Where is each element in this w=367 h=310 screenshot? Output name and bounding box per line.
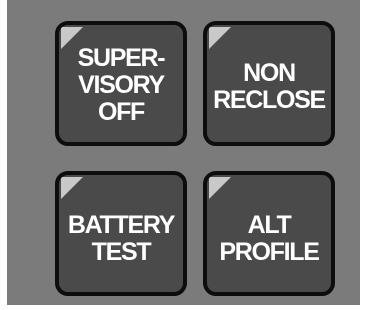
corner-indicator-icon	[209, 177, 231, 199]
battery-test-label: BATTERY TEST	[67, 210, 175, 266]
corner-indicator-icon	[209, 27, 231, 49]
alt-profile-button[interactable]: ALT PROFILE	[203, 171, 335, 296]
alt-profile-label: ALT PROFILE	[219, 210, 320, 266]
battery-test-button[interactable]: BATTERY TEST	[55, 171, 187, 296]
supervisory-off-label: SUPER- VISORY OFF	[77, 44, 166, 126]
non-reclose-button[interactable]: NON RECLOSE	[203, 21, 335, 146]
control-panel: SUPER- VISORY OFF NON RECLOSE BATTERY TE…	[7, 0, 360, 305]
non-reclose-label: NON RECLOSE	[213, 58, 326, 114]
corner-indicator-icon	[61, 177, 83, 199]
supervisory-off-button[interactable]: SUPER- VISORY OFF	[55, 21, 187, 146]
